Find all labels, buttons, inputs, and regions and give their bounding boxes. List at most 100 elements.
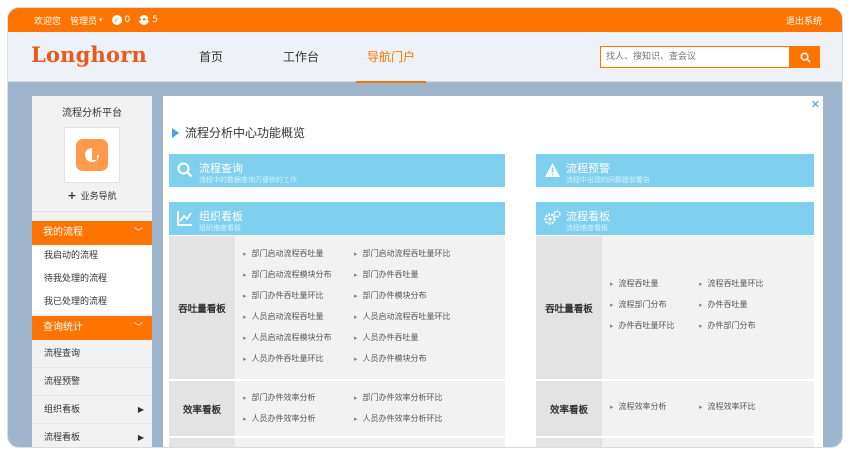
board-link[interactable]: 部门办件吞吐量 — [354, 269, 419, 280]
board-link[interactable]: 人员办件吞吐量 — [354, 332, 419, 343]
notice-count: 0 — [124, 15, 131, 25]
board-link[interactable]: 流程吞吐量 — [610, 278, 659, 289]
info-icon: ✓ — [111, 15, 122, 25]
card-subtitle: 组织维度看板 — [199, 224, 241, 232]
main-nav: 首页 工作台 导航门户 — [166, 32, 436, 83]
welcome-text: 欢迎您 — [34, 16, 62, 27]
search-icon — [800, 52, 811, 63]
board-link[interactable]: 办件部门分布 — [699, 320, 756, 331]
sidebar-item-handled[interactable]: 我已处理的流程 — [32, 291, 152, 314]
row-label: 效率看板 — [169, 381, 235, 436]
board-link[interactable]: 部门启动流程吞吐量环比 — [354, 248, 451, 259]
message-indicator[interactable]: ••• 5 — [138, 15, 159, 25]
board-link[interactable]: 部门办件吞吐量环比 — [243, 290, 324, 301]
sidebar-item-label: 流程看板 — [44, 433, 81, 443]
board-link[interactable]: 流程部门分布 — [610, 299, 667, 310]
board-link[interactable]: 人员办件模块分布 — [354, 353, 427, 364]
board-link[interactable]: 人员启动流程模块分布 — [243, 332, 332, 343]
card-subtitle: 流程中的数据查询万便你的工作 — [199, 176, 297, 184]
board-link[interactable]: 部门启动流程模块分布 — [243, 269, 332, 280]
sidebar-section-query-stats[interactable]: 查询统计 ﹀ — [32, 316, 152, 340]
section-label: 我的流程 — [43, 227, 83, 238]
board-link[interactable]: 流程效率分析 — [610, 401, 667, 412]
flow-throughput-links: 流程吞吐量 流程吞吐量环比 流程部门分布 办件吞吐量 办件吞吐量环比 办件部门分… — [602, 236, 814, 379]
nav-portal[interactable]: 导航门户 — [346, 32, 436, 83]
sidebar-item-started[interactable]: 我启动的流程 — [32, 245, 152, 268]
flow-next-row — [536, 438, 814, 447]
sidebar-item-org-board[interactable]: 组织看板 ▶ — [32, 396, 152, 424]
sidebar-item-flow-board[interactable]: 流程看板 ▶ — [32, 424, 152, 447]
message-count: 5 — [152, 15, 159, 25]
row-label — [169, 438, 235, 447]
sidebar-item-pending[interactable]: 待我处理的流程 — [32, 268, 152, 291]
card-process-alert[interactable]: 流程预警 流程中出现的问题提前警告 — [536, 154, 814, 187]
row-label: 效率看板 — [536, 381, 602, 436]
board-link[interactable]: 部门办件效率分析 — [243, 392, 316, 403]
search-input[interactable] — [600, 46, 790, 68]
org-next-row — [169, 438, 505, 447]
logo[interactable]: Longhorn — [31, 42, 147, 67]
sidebar-item-label: 流程预警 — [44, 377, 81, 387]
divider — [32, 211, 152, 212]
sidebar: 流程分析平台 + 业务导航 我的流程 ﹀ 我启动的流程 待我处理的流程 我已处理的… — [32, 96, 152, 447]
flow-efficiency-row: 效率看板 流程效率分析 流程效率环比 — [536, 381, 814, 437]
board-link[interactable]: 人员办件效率分析环比 — [354, 413, 443, 424]
flow-efficiency-links: 流程效率分析 流程效率环比 — [602, 381, 814, 436]
app-tile[interactable] — [64, 127, 120, 183]
board-link[interactable]: 人员办件吞吐量环比 — [243, 353, 324, 364]
org-efficiency-links: 部门办件效率分析 部门办件效率分析环比 人员办件效率分析 人员办件效率分析环比 — [235, 381, 505, 436]
card-title: 流程预警 — [566, 162, 610, 175]
sidebar-item-process-alert[interactable]: 流程预警 — [32, 368, 152, 396]
board-link[interactable]: 办件吞吐量环比 — [610, 320, 675, 331]
card-subtitle: 流程中出现的问题提前警告 — [566, 176, 650, 184]
org-throughput-row: 吞吐量看板 部门启动流程吞吐量 部门启动流程吞吐量环比 部门启动流程模块分布 部… — [169, 236, 505, 380]
sidebar-item-process-query[interactable]: 流程查询 — [32, 340, 152, 368]
board-link[interactable]: 部门办件模块分布 — [354, 290, 427, 301]
row-label — [536, 438, 602, 447]
sidebar-section-my-process[interactable]: 我的流程 ﹀ — [32, 221, 152, 245]
row-cells — [602, 438, 814, 447]
board-link[interactable]: 部门启动流程吞吐量 — [243, 248, 324, 259]
board-link[interactable]: 人员启动流程吞吐量 — [243, 311, 324, 322]
row-label: 吞吐量看板 — [536, 236, 602, 379]
card-org-board[interactable]: 组织看板 组织维度看板 — [169, 202, 505, 235]
top-bar: 欢迎您 管理员 ▾ ✓ 0 ••• 5 退出系统 — [8, 8, 842, 32]
nav-home[interactable]: 首页 — [166, 32, 256, 82]
warning-icon — [545, 163, 560, 177]
triangle-icon — [172, 127, 179, 138]
platform-title: 流程分析平台 — [62, 108, 122, 119]
app-window: 欢迎您 管理员 ▾ ✓ 0 ••• 5 退出系统 Longhorn 首页 工作台… — [7, 7, 843, 448]
board-link[interactable]: 部门办件效率分析环比 — [354, 392, 443, 403]
board-link[interactable]: 人员启动流程吞吐量环比 — [354, 311, 451, 322]
row-cells — [235, 438, 505, 447]
board-link[interactable]: 流程效率环比 — [699, 401, 756, 412]
card-title: 流程看板 — [566, 210, 610, 223]
chevron-down-icon: ﹀ — [133, 228, 143, 238]
query-stats-list: 流程查询 流程预警 组织看板 ▶ 流程看板 ▶ — [32, 340, 152, 447]
board-link[interactable]: 人员办件效率分析 — [243, 413, 316, 424]
close-icon[interactable]: ✕ — [811, 98, 820, 111]
search-icon — [177, 162, 193, 178]
flow-board-panel: 吞吐量看板 流程吞吐量 流程吞吐量环比 流程部门分布 办件吞吐量 办件吞吐量环比… — [536, 236, 814, 447]
card-title: 流程查询 — [199, 162, 243, 175]
row-label: 吞吐量看板 — [169, 236, 235, 379]
card-process-query[interactable]: 流程查询 流程中的数据查询万便你的工作 — [169, 154, 505, 187]
board-link[interactable]: 办件吞吐量 — [699, 299, 748, 310]
org-throughput-links: 部门启动流程吞吐量 部门启动流程吞吐量环比 部门启动流程模块分布 部门办件吞吐量… — [235, 236, 505, 379]
header: Longhorn 首页 工作台 导航门户 — [8, 32, 842, 83]
logout-link[interactable]: 退出系统 — [786, 14, 822, 27]
card-subtitle: 流程维度看板 — [566, 224, 608, 232]
search-button[interactable] — [790, 46, 820, 68]
sidebar-item-label: 流程查询 — [44, 349, 81, 359]
user-menu[interactable]: 管理员 ▾ — [70, 14, 103, 27]
notice-indicator[interactable]: ✓ 0 — [111, 15, 131, 25]
chevron-right-icon: ▶ — [137, 405, 144, 414]
plus-icon: + — [67, 189, 77, 202]
add-business-nav-button[interactable]: + 业务导航 — [32, 189, 152, 202]
board-link[interactable]: 流程吞吐量环比 — [699, 278, 764, 289]
nav-workbench[interactable]: 工作台 — [256, 32, 346, 82]
card-flow-board[interactable]: 流程看板 流程维度看板 — [536, 202, 814, 235]
add-business-nav-label: 业务导航 — [80, 192, 117, 202]
flow-throughput-row: 吞吐量看板 流程吞吐量 流程吞吐量环比 流程部门分布 办件吞吐量 办件吞吐量环比… — [536, 236, 814, 380]
gears-icon — [544, 210, 561, 225]
